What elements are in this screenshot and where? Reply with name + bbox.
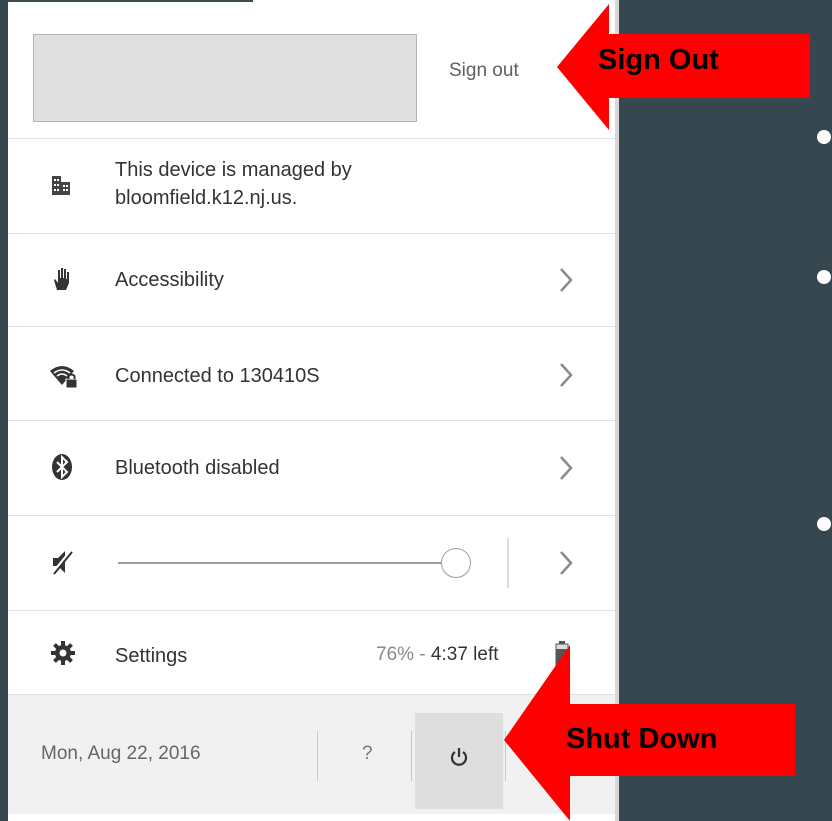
network-row[interactable]: Connected to 130410S (8, 326, 615, 420)
chevron-right-icon (557, 266, 575, 299)
managed-device-notice: This device is managed by bloomfield.k12… (8, 138, 615, 233)
date-label[interactable]: Mon, Aug 22, 2016 (41, 743, 201, 765)
accessibility-label: Accessibility (115, 269, 224, 291)
divider (317, 731, 318, 781)
managed-notice-domain: bloomfield.k12.nj.us. (115, 187, 298, 209)
help-button[interactable]: ? (362, 743, 373, 765)
gear-icon[interactable] (51, 641, 75, 670)
building-icon (51, 174, 71, 201)
battery-time-left: 4:37 left (430, 644, 499, 665)
volume-divider (507, 538, 509, 588)
battery-status: 76% - 4:37 left (376, 644, 499, 666)
settings-button[interactable]: Settings (115, 643, 187, 669)
chevron-right-icon[interactable] (557, 549, 575, 582)
volume-row (8, 515, 615, 610)
user-account-card[interactable] (33, 34, 417, 122)
slide-bullet (817, 270, 831, 284)
chevron-right-icon (557, 454, 575, 487)
hand-icon (51, 266, 75, 297)
volume-slider-track[interactable] (118, 562, 456, 564)
bluetooth-icon (51, 453, 73, 486)
battery-percent: 76% (376, 644, 415, 665)
sign-out-button[interactable]: Sign out (449, 60, 519, 82)
bluetooth-row[interactable]: Bluetooth disabled (8, 420, 615, 515)
battery-separator: - (414, 644, 431, 665)
slide-bullet (817, 130, 831, 144)
wifi-locked-icon (49, 363, 79, 394)
divider (411, 731, 412, 781)
slide-bullet (817, 517, 831, 531)
managed-notice-line1: This device is managed by (115, 159, 352, 181)
volume-muted-icon[interactable] (50, 548, 76, 581)
accessibility-row[interactable]: Accessibility (8, 233, 615, 326)
volume-slider-thumb[interactable] (441, 548, 471, 578)
network-status-label: Connected to 130410S (115, 365, 320, 387)
sign-out-callout-label: Sign Out (598, 44, 719, 76)
shut-down-button[interactable] (415, 713, 503, 809)
shut-down-callout-label: Shut Down (566, 723, 718, 755)
bluetooth-status-label: Bluetooth disabled (115, 457, 280, 479)
chevron-right-icon (557, 361, 575, 394)
power-icon (450, 747, 468, 772)
tray-top-border (8, 0, 253, 2)
